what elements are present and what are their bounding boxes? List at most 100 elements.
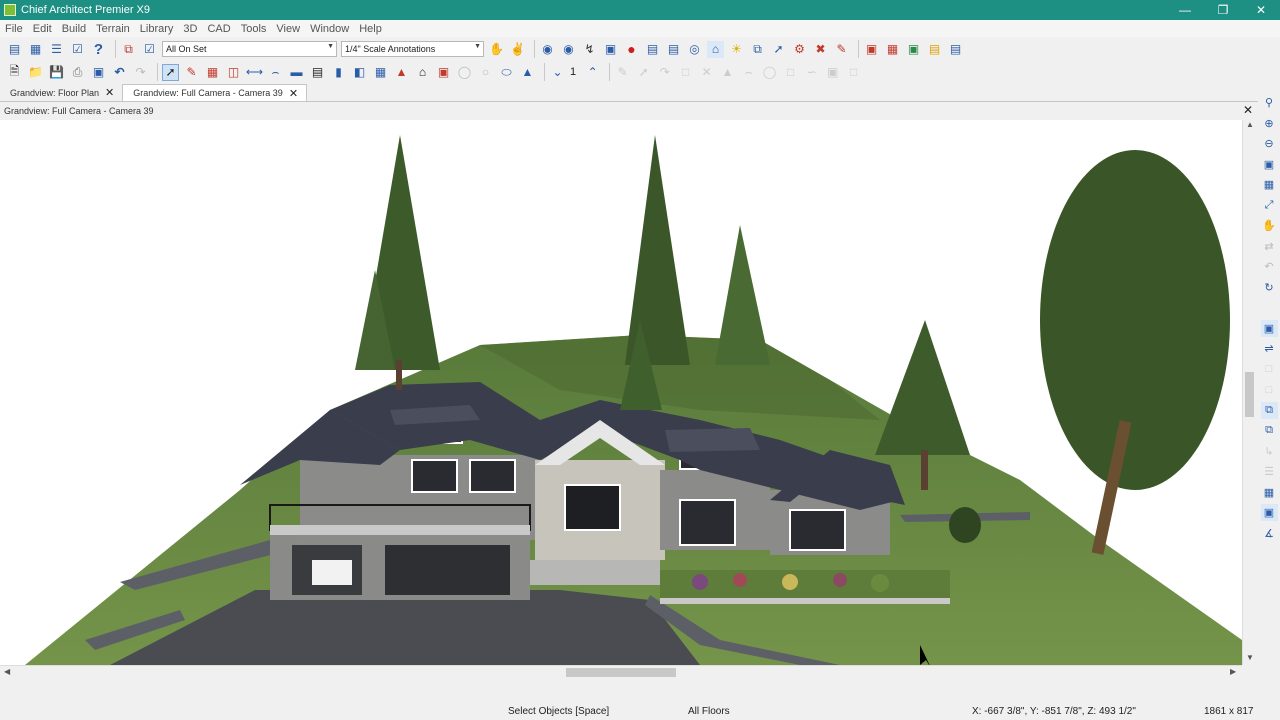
record-icon[interactable]: ● xyxy=(623,41,640,58)
floor-down-icon[interactable]: ⌄ xyxy=(549,64,566,81)
wall-tool-icon[interactable]: ▦ xyxy=(204,64,221,81)
tab-floor-plan[interactable]: Grandview: Floor Plan ✕ xyxy=(0,84,122,101)
menu-file[interactable]: File xyxy=(0,23,28,35)
tools-icon[interactable]: ⚙ xyxy=(791,41,808,58)
picture-icon[interactable]: ▣ xyxy=(905,41,922,58)
house-icon[interactable]: ⌂ xyxy=(707,40,724,58)
layer-icon[interactable]: ☰ xyxy=(1261,463,1278,480)
menu-terrain[interactable]: Terrain xyxy=(91,23,135,35)
angle-snap-icon[interactable]: ∡ xyxy=(1261,525,1278,542)
blank-icon[interactable]: □ xyxy=(1261,361,1278,378)
door-tool-icon[interactable]: ▮ xyxy=(330,64,347,81)
grid-tool-icon[interactable]: ▦ xyxy=(372,64,389,81)
text-tool-icon[interactable]: ✎ xyxy=(614,64,631,81)
layout-icon[interactable]: ▤ xyxy=(947,41,964,58)
oval-draw-icon[interactable]: ◯ xyxy=(761,64,778,81)
floor-up-icon[interactable]: ⌃ xyxy=(584,64,601,81)
rect-draw-icon[interactable]: □ xyxy=(782,64,799,81)
paint-tool-icon[interactable]: ▲ xyxy=(519,64,536,81)
plan-icon[interactable]: ▤ xyxy=(6,41,23,58)
transform-tool-icon[interactable]: ▲ xyxy=(719,64,736,81)
vertical-scrollbar[interactable]: ▲ ▼ xyxy=(1242,120,1256,665)
arrow-icon[interactable]: ➚ xyxy=(770,41,787,58)
view-icon[interactable]: ▤ xyxy=(665,41,682,58)
image-draw-icon[interactable]: ▣ xyxy=(824,64,841,81)
zoom-icon[interactable]: ⚲ xyxy=(1261,94,1278,111)
new-file-icon[interactable]: 🗎 xyxy=(6,64,23,81)
undo-icon[interactable]: ↶ xyxy=(111,64,128,81)
cross-tool-icon[interactable]: ✖ xyxy=(812,41,829,58)
ellipse-tool-icon[interactable]: ⬭ xyxy=(498,64,515,81)
print-icon[interactable]: ⎙ xyxy=(69,64,86,81)
vertical-scroll-thumb[interactable] xyxy=(1245,372,1254,417)
window-icon[interactable]: ▣ xyxy=(863,41,880,58)
fit-view-icon[interactable]: ⤢ xyxy=(1261,197,1278,214)
object-snap-icon[interactable]: ▣ xyxy=(1260,504,1278,521)
close-icon[interactable]: ✕ xyxy=(105,86,114,99)
swap-view-icon[interactable]: ⇄ xyxy=(1261,238,1278,255)
camera-icon[interactable]: ◉ xyxy=(539,41,556,58)
delete-tool-icon[interactable]: ✕ xyxy=(698,64,715,81)
lock-icon[interactable]: ▣ xyxy=(1260,319,1278,337)
minimize-button[interactable]: — xyxy=(1166,0,1204,20)
scroll-left-icon[interactable]: ◀ xyxy=(4,667,10,676)
zoom-out-icon[interactable]: ⊖ xyxy=(1261,135,1278,152)
menu-library[interactable]: Library xyxy=(135,23,179,35)
edit-tool-icon[interactable]: ✎ xyxy=(183,64,200,81)
fill-window-icon[interactable]: ▣ xyxy=(1261,156,1278,173)
box-tool-icon[interactable]: □ xyxy=(677,64,694,81)
close-icon[interactable]: ✕ xyxy=(289,87,298,100)
target-icon[interactable]: ◎ xyxy=(686,41,703,58)
help-icon[interactable]: ? xyxy=(90,41,107,58)
hand-select-icon[interactable]: ✌ xyxy=(509,41,526,58)
layer-check-icon[interactable]: ☑ xyxy=(141,41,158,58)
menu-view[interactable]: View xyxy=(271,23,305,35)
layer-display-icon[interactable]: ☰ xyxy=(48,41,65,58)
page-icon[interactable]: □ xyxy=(1261,381,1278,398)
snap-angle-icon[interactable]: ⧉ xyxy=(1261,422,1278,439)
fixture-icon[interactable]: ▤ xyxy=(644,41,661,58)
menu-help[interactable]: Help xyxy=(354,23,387,35)
menu-window[interactable]: Window xyxy=(305,23,354,35)
frame-icon[interactable]: ▤ xyxy=(926,41,943,58)
sync-icon[interactable]: ⇌ xyxy=(1261,340,1278,357)
3d-camera-view[interactable] xyxy=(0,120,1242,665)
preview-icon[interactable]: ▣ xyxy=(90,64,107,81)
scroll-down-icon[interactable]: ▼ xyxy=(1246,653,1254,662)
layer-set-select[interactable]: All On Set ▼ xyxy=(162,41,337,57)
camera-walk-icon[interactable]: ◉ xyxy=(560,41,577,58)
refresh-icon[interactable]: ↻ xyxy=(1261,279,1278,296)
callout-tool-icon[interactable]: ➚ xyxy=(635,64,652,81)
back-view-icon[interactable]: ↶ xyxy=(1261,258,1278,275)
tab-full-camera[interactable]: Grandview: Full Camera - Camera 39 ✕ xyxy=(122,84,308,101)
checklist-icon[interactable]: ☑ xyxy=(69,41,86,58)
render-icon[interactable]: ▣ xyxy=(602,41,619,58)
arc-tool-icon[interactable]: ⌢ xyxy=(267,64,284,81)
roof-tool-icon[interactable]: ⌂ xyxy=(414,64,431,81)
ruler-icon[interactable]: ✎ xyxy=(833,41,850,58)
menu-tools[interactable]: Tools xyxy=(236,23,272,35)
fill-tool-icon[interactable]: ▲ xyxy=(393,64,410,81)
cabinet-tool-icon[interactable]: ▤ xyxy=(309,64,326,81)
export-icon[interactable]: ⧉ xyxy=(749,41,766,58)
hand-icon[interactable]: ✋ xyxy=(488,41,505,58)
line-tool-icon[interactable]: ▬ xyxy=(288,64,305,81)
fill-window-building-icon[interactable]: ▦ xyxy=(1261,176,1278,193)
dimension-icon[interactable]: ↯ xyxy=(581,41,598,58)
menu-3d[interactable]: 3D xyxy=(178,23,202,35)
snap-icon[interactable]: ⧉ xyxy=(1260,401,1278,419)
horizontal-scroll-thumb[interactable] xyxy=(566,668,676,677)
terrain-tool-icon[interactable]: ▣ xyxy=(435,64,452,81)
scroll-up-icon[interactable]: ▲ xyxy=(1246,120,1254,129)
elevation-icon[interactable]: ▦ xyxy=(884,41,901,58)
blank-draw-icon[interactable]: □ xyxy=(845,64,862,81)
close-view-icon[interactable]: ✕ xyxy=(1243,103,1253,117)
shape-tool-icon[interactable]: ◯ xyxy=(456,64,473,81)
pan-icon[interactable]: ✋ xyxy=(1261,217,1278,234)
connect-tool-icon[interactable]: ↷ xyxy=(656,64,673,81)
grid-icon[interactable]: ▦ xyxy=(1261,484,1278,501)
close-window-button[interactable]: ✕ xyxy=(1242,0,1280,20)
open-folder-icon[interactable]: 📁 xyxy=(27,64,44,81)
annotation-set-select[interactable]: 1/4" Scale Annotations ▼ xyxy=(341,41,484,57)
horizontal-scrollbar[interactable]: ◀ ▶ xyxy=(0,665,1242,678)
